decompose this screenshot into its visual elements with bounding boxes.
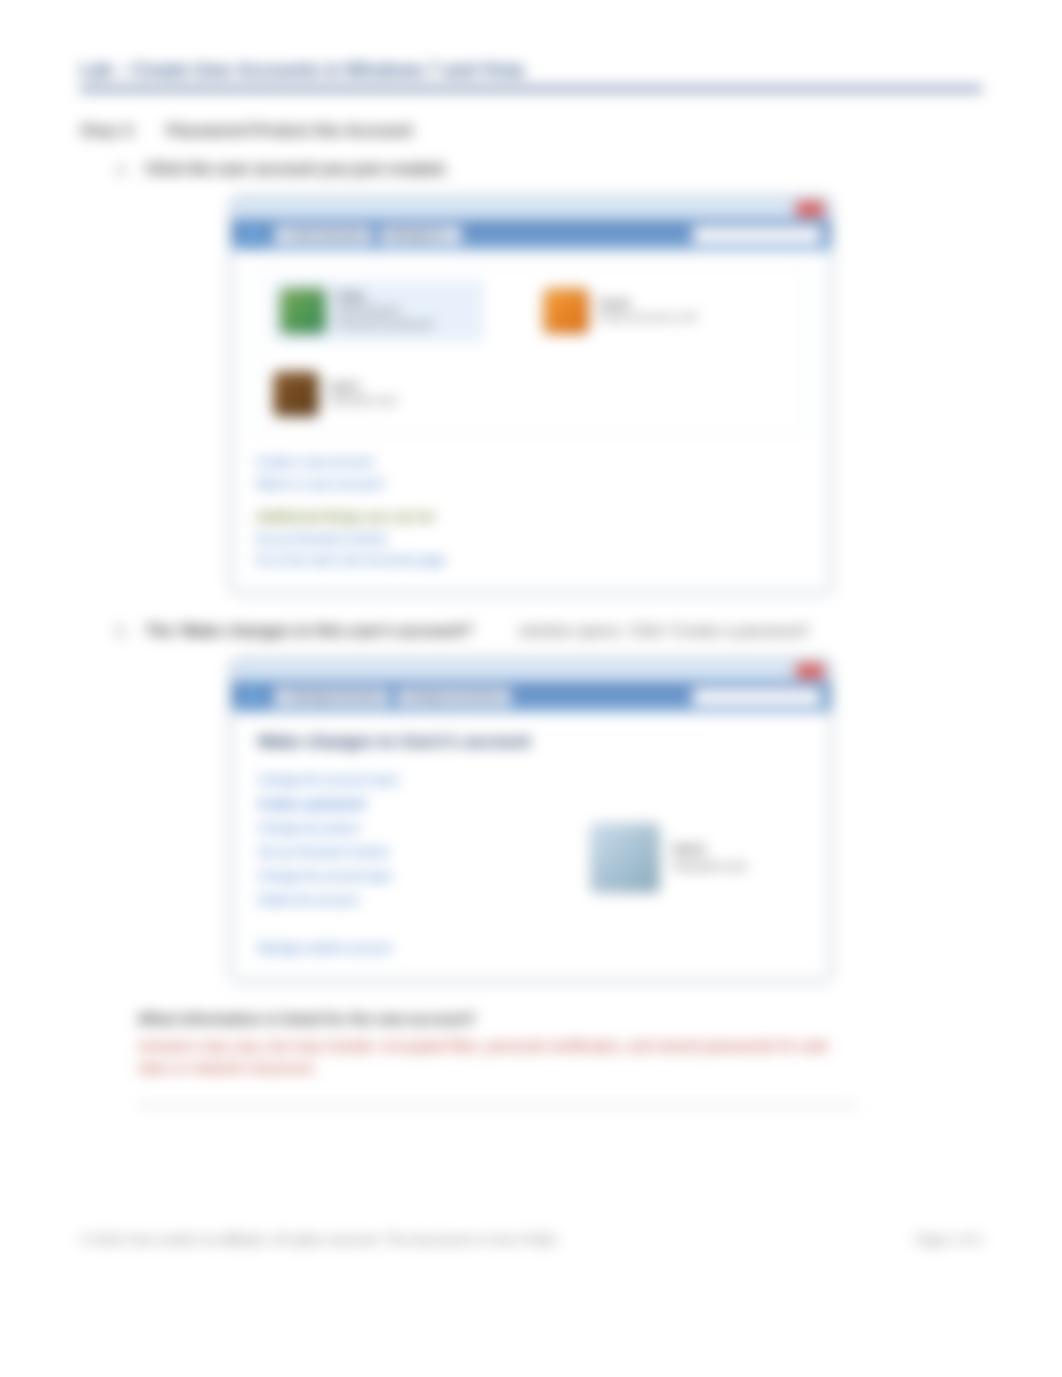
account-status: Password protected: [336, 318, 433, 332]
account-role: Guest account is off: [599, 311, 696, 325]
titlebar: [232, 198, 830, 220]
back-icon[interactable]: [240, 684, 266, 710]
header-rule: Lab – Create User Accounts in Windows 7 …: [80, 60, 982, 91]
breadcrumb[interactable]: Change an Account: [397, 688, 511, 706]
avatar: [280, 288, 326, 334]
account-card[interactable]: Vicky Administrator Password protected: [273, 281, 483, 341]
window-manage-accounts: « User Accounts Manage Ac... Vicky Admin…: [231, 197, 831, 593]
account-name: User1: [672, 841, 747, 858]
link-create-password[interactable]: Create a password: [258, 792, 530, 816]
avatar: [273, 371, 319, 417]
step-row: Step 3: Password Protect the Account: [80, 121, 982, 141]
card-lines: User1 Standard user: [329, 380, 398, 409]
link[interactable]: Change the account name: [258, 768, 530, 792]
link[interactable]: Change the account type: [258, 864, 530, 888]
substep-text-part: The 'Make changes to this user's account…: [145, 623, 474, 640]
footer: © 2016 Cisco and/or its affiliates. All …: [80, 1232, 982, 1247]
card-lines: Vicky Administrator Password protected: [336, 290, 433, 333]
navbar: « Manage Accounts Change an Account: [232, 682, 830, 712]
window-content: Vicky Administrator Password protected G…: [232, 250, 830, 592]
link[interactable]: Create a new account: [256, 452, 806, 474]
link[interactable]: Manage another account: [258, 936, 530, 960]
navbar: « User Accounts Manage Ac...: [232, 220, 830, 250]
avatar: [590, 823, 660, 893]
panel-title: Make changes to User1's account: [258, 732, 530, 752]
link[interactable]: Go to the main User Accounts page: [256, 550, 806, 572]
question-text: What information is listed for the new a…: [138, 1011, 982, 1028]
link[interactable]: Change the picture: [258, 816, 530, 840]
left-panel: Make changes to User1's account Change t…: [258, 732, 530, 960]
substep-text-part: window opens. Click 'Create a password'.: [519, 623, 813, 640]
account-type: Standard user: [672, 858, 747, 875]
substep-text: The 'Make changes to this user's account…: [145, 623, 813, 641]
page-number: Page 1 of 2: [916, 1232, 983, 1247]
card-lines: Guest Guest account is off: [599, 297, 696, 326]
link-list: Create a new account What is a user acco…: [256, 452, 806, 572]
search-input[interactable]: [692, 226, 822, 244]
account-name: Vicky: [336, 290, 433, 304]
close-icon[interactable]: [796, 664, 824, 678]
substep-text: Click the user account you just created.: [145, 161, 447, 179]
search-input[interactable]: [692, 688, 822, 706]
link[interactable]: Delete the account: [258, 888, 530, 912]
change-links: Change the account name Create a passwor…: [258, 768, 530, 960]
account-card[interactable]: User1 Standard user: [273, 371, 483, 417]
window-change-account: « Manage Accounts Change an Account Make…: [231, 659, 831, 981]
account-name: User1: [329, 380, 398, 394]
side-card: User1 Standard user: [590, 756, 747, 960]
substep-letter: b.: [116, 623, 129, 641]
titlebar: [232, 660, 830, 682]
account-card[interactable]: Guest Guest account is off: [543, 281, 753, 341]
copyright-text: © 2016 Cisco and/or its affiliates. All …: [80, 1232, 561, 1247]
link-heading: Additional things you can do: [256, 505, 806, 528]
account-name: Guest: [599, 297, 696, 311]
accounts-grid: Vicky Administrator Password protected G…: [256, 264, 806, 434]
substep-b: b. The 'Make changes to this user's acco…: [116, 623, 982, 641]
window-content: Make changes to User1's account Change t…: [232, 712, 830, 980]
link[interactable]: What is a user account?: [256, 474, 806, 496]
link[interactable]: Set up Parental Controls: [258, 840, 530, 864]
answer-text: Answers may vary, but may include: encry…: [138, 1036, 858, 1106]
step-label: Step 3:: [80, 121, 137, 141]
breadcrumb[interactable]: « Manage Accounts: [274, 688, 389, 706]
substep-letter: a.: [116, 161, 129, 179]
question-block: What information is listed for the new a…: [138, 1011, 982, 1106]
side-lines: User1 Standard user: [672, 841, 747, 875]
breadcrumb[interactable]: « User Accounts: [274, 226, 372, 244]
back-icon[interactable]: [240, 222, 266, 248]
lab-title: Lab – Create User Accounts in Windows 7 …: [80, 60, 524, 80]
account-role: Administrator: [336, 304, 433, 318]
step-desc: Password Protect the Account: [167, 121, 413, 141]
close-icon[interactable]: [796, 202, 824, 216]
account-role: Standard user: [329, 394, 398, 408]
substep-a: a. Click the user account you just creat…: [116, 161, 982, 179]
avatar: [543, 288, 589, 334]
link[interactable]: Set up Parental Controls: [256, 529, 806, 551]
breadcrumb[interactable]: Manage Ac...: [380, 226, 462, 244]
